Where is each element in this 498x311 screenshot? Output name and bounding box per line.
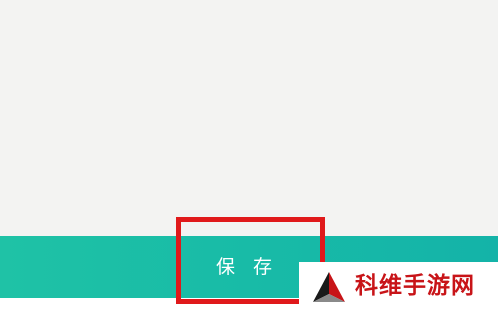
app-screen: 保 存 科维手游网 (0, 0, 498, 311)
watermark-text: 科维手游网 (355, 273, 475, 299)
content-area (0, 0, 498, 236)
triangle-logo-icon (313, 272, 345, 302)
site-watermark: 科维手游网 (299, 262, 498, 311)
save-button-label[interactable]: 保 存 (192, 252, 302, 282)
